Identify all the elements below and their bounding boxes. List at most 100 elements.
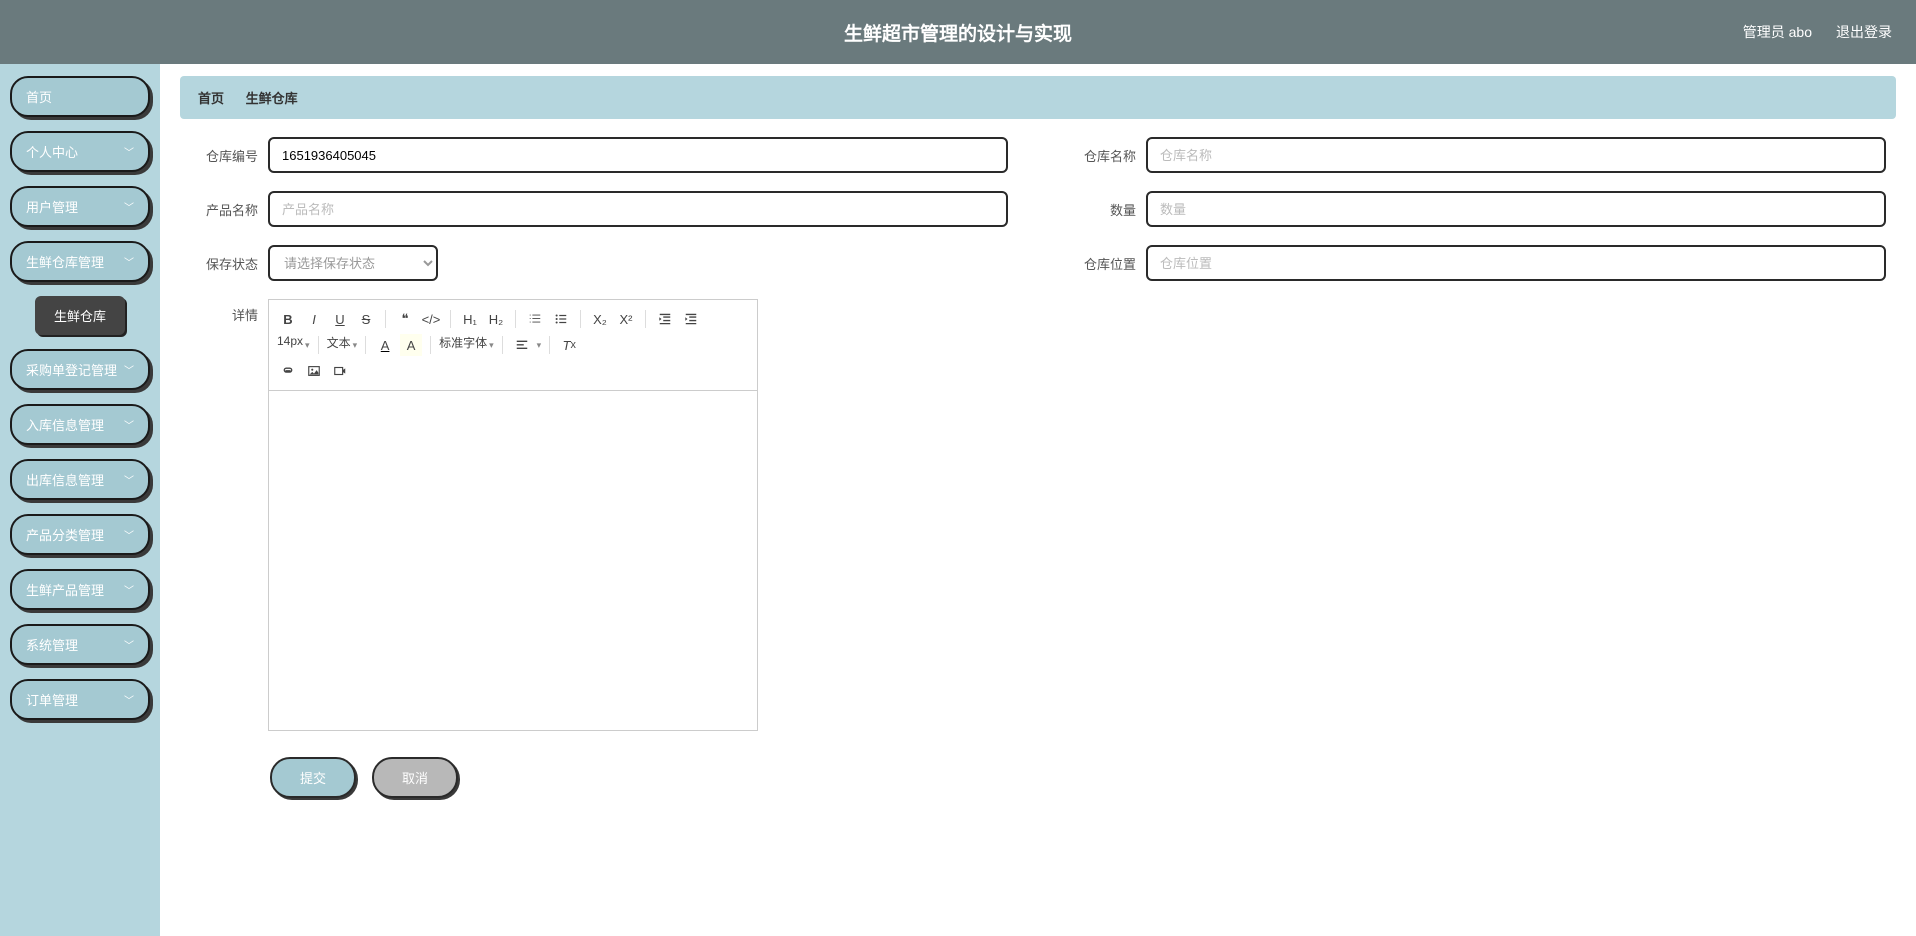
underline-icon[interactable]: U bbox=[329, 308, 351, 330]
list-unordered-icon[interactable] bbox=[550, 308, 572, 330]
sidebar-item-label: 入库信息管理 bbox=[26, 415, 104, 434]
sidebar-item-inbound-mgmt[interactable]: 入库信息管理 ﹀ bbox=[10, 404, 150, 445]
chevron-down-icon: ﹀ bbox=[124, 254, 134, 269]
caret-down-icon: ▾ bbox=[489, 340, 494, 351]
chevron-down-icon: ﹀ bbox=[124, 692, 134, 707]
input-warehouse-no[interactable] bbox=[268, 137, 1008, 173]
sidebar-item-warehouse-mgmt[interactable]: 生鲜仓库管理 ﹀ bbox=[10, 241, 150, 282]
rich-editor: B I U S ❝ </> H₁ H₂ bbox=[268, 299, 758, 731]
button-row: 提交 取消 bbox=[180, 731, 1896, 798]
caret-down-icon[interactable]: ▾ bbox=[537, 340, 542, 351]
input-warehouse-location[interactable] bbox=[1146, 245, 1886, 281]
chevron-down-icon: ﹀ bbox=[124, 637, 134, 652]
label-quantity: 数量 bbox=[1068, 200, 1136, 219]
cancel-button[interactable]: 取消 bbox=[372, 757, 458, 798]
sidebar-item-label: 系统管理 bbox=[26, 635, 78, 654]
font-style-select[interactable]: 文本 ▾ bbox=[327, 334, 358, 356]
select-storage-state[interactable]: 请选择保存状态 bbox=[268, 245, 438, 281]
logout-link[interactable]: 退出登录 bbox=[1836, 22, 1892, 42]
list-ordered-icon[interactable] bbox=[524, 308, 546, 330]
caret-down-icon: ▾ bbox=[305, 340, 310, 351]
breadcrumb-home[interactable]: 首页 bbox=[198, 91, 224, 106]
sidebar-item-label: 生鲜产品管理 bbox=[26, 580, 104, 599]
image-icon[interactable] bbox=[303, 360, 325, 382]
input-quantity[interactable] bbox=[1146, 191, 1886, 227]
editor-body[interactable] bbox=[268, 391, 758, 731]
sidebar-subitem-warehouse[interactable]: 生鲜仓库 bbox=[35, 296, 125, 335]
font-size-select[interactable]: 14px ▾ bbox=[277, 334, 310, 356]
row-warehouse-location: 仓库位置 bbox=[1068, 245, 1886, 281]
main-content: 首页 生鲜仓库 仓库编号 仓库名称 产品名称 数量 保存状态 bbox=[160, 64, 1916, 936]
separator bbox=[318, 336, 319, 354]
breadcrumb-current: 生鲜仓库 bbox=[246, 91, 298, 106]
bold-icon[interactable]: B bbox=[277, 308, 299, 330]
separator bbox=[450, 310, 451, 328]
sidebar-item-label: 采购单登记管理 bbox=[26, 360, 117, 379]
sidebar-item-label: 生鲜仓库管理 bbox=[26, 252, 104, 271]
clear-format-icon[interactable]: Tx bbox=[558, 334, 580, 356]
label-detail: 详情 bbox=[190, 299, 258, 731]
submit-button[interactable]: 提交 bbox=[270, 757, 356, 798]
separator bbox=[365, 336, 366, 354]
breadcrumb: 首页 生鲜仓库 bbox=[180, 76, 1896, 119]
input-product-name[interactable] bbox=[268, 191, 1008, 227]
code-icon[interactable]: </> bbox=[420, 308, 442, 330]
sidebar-item-product-mgmt[interactable]: 生鲜产品管理 ﹀ bbox=[10, 569, 150, 610]
chevron-down-icon: ﹀ bbox=[124, 199, 134, 214]
sidebar-item-personal[interactable]: 个人中心 ﹀ bbox=[10, 131, 150, 172]
app-title: 生鲜超市管理的设计与实现 bbox=[0, 19, 1916, 46]
italic-icon[interactable]: I bbox=[303, 308, 325, 330]
sidebar-item-order-mgmt[interactable]: 订单管理 ﹀ bbox=[10, 679, 150, 720]
caret-down-icon: ▾ bbox=[353, 340, 358, 351]
editor-toolbar: B I U S ❝ </> H₁ H₂ bbox=[268, 299, 758, 391]
header-right: 管理员 abo 退出登录 bbox=[1743, 22, 1892, 42]
sidebar: 首页 个人中心 ﹀ 用户管理 ﹀ 生鲜仓库管理 ﹀ 生鲜仓库 采购单登记管理 ﹀… bbox=[0, 64, 160, 936]
separator bbox=[580, 310, 581, 328]
separator bbox=[549, 336, 550, 354]
label-product-name: 产品名称 bbox=[190, 200, 258, 219]
h1-icon[interactable]: H₁ bbox=[459, 308, 481, 330]
sidebar-item-label: 首页 bbox=[26, 87, 52, 106]
app-header: 生鲜超市管理的设计与实现 管理员 abo 退出登录 bbox=[0, 0, 1916, 64]
separator bbox=[515, 310, 516, 328]
sidebar-item-outbound-mgmt[interactable]: 出库信息管理 ﹀ bbox=[10, 459, 150, 500]
h2-icon[interactable]: H₂ bbox=[485, 308, 507, 330]
separator bbox=[385, 310, 386, 328]
align-icon[interactable] bbox=[511, 334, 533, 356]
row-warehouse-name: 仓库名称 bbox=[1068, 137, 1886, 173]
superscript-icon[interactable]: X² bbox=[615, 308, 637, 330]
sidebar-item-purchase-mgmt[interactable]: 采购单登记管理 ﹀ bbox=[10, 349, 150, 390]
chevron-down-icon: ﹀ bbox=[124, 144, 134, 159]
font-family-select[interactable]: 标准字体 ▾ bbox=[439, 334, 494, 356]
sidebar-item-label: 产品分类管理 bbox=[26, 525, 104, 544]
font-color-icon[interactable]: A bbox=[374, 334, 396, 356]
chevron-down-icon: ﹀ bbox=[124, 362, 134, 377]
chevron-down-icon: ﹀ bbox=[124, 582, 134, 597]
user-label[interactable]: 管理员 abo bbox=[1743, 22, 1812, 42]
label-warehouse-location: 仓库位置 bbox=[1068, 254, 1136, 273]
subscript-icon[interactable]: X₂ bbox=[589, 308, 611, 330]
outdent-icon[interactable] bbox=[654, 308, 676, 330]
form-grid: 仓库编号 仓库名称 产品名称 数量 保存状态 请选择保存状态 bbox=[180, 137, 1896, 281]
sidebar-item-label: 个人中心 bbox=[26, 142, 78, 161]
video-icon[interactable] bbox=[329, 360, 351, 382]
label-storage-state: 保存状态 bbox=[190, 254, 258, 273]
chevron-down-icon: ﹀ bbox=[124, 472, 134, 487]
bg-color-icon[interactable]: A bbox=[400, 334, 422, 356]
sidebar-item-user-mgmt[interactable]: 用户管理 ﹀ bbox=[10, 186, 150, 227]
sidebar-item-system-mgmt[interactable]: 系统管理 ﹀ bbox=[10, 624, 150, 665]
row-detail: 详情 B I U S ❝ </> H₁ H₂ bbox=[180, 281, 1896, 731]
link-icon[interactable] bbox=[277, 360, 299, 382]
chevron-down-icon: ﹀ bbox=[124, 417, 134, 432]
sidebar-item-label: 用户管理 bbox=[26, 197, 78, 216]
separator bbox=[430, 336, 431, 354]
input-warehouse-name[interactable] bbox=[1146, 137, 1886, 173]
strike-icon[interactable]: S bbox=[355, 308, 377, 330]
row-storage-state: 保存状态 请选择保存状态 bbox=[190, 245, 1008, 281]
indent-icon[interactable] bbox=[680, 308, 702, 330]
chevron-down-icon: ﹀ bbox=[124, 527, 134, 542]
sidebar-item-label: 出库信息管理 bbox=[26, 470, 104, 489]
quote-icon[interactable]: ❝ bbox=[394, 308, 416, 330]
sidebar-item-home[interactable]: 首页 bbox=[10, 76, 150, 117]
sidebar-item-category-mgmt[interactable]: 产品分类管理 ﹀ bbox=[10, 514, 150, 555]
